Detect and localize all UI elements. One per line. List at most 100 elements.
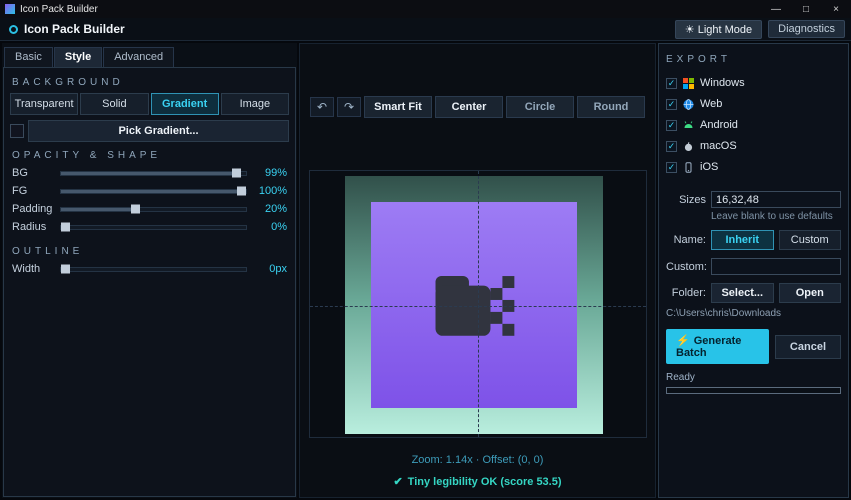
crosshair-horizontal: [310, 306, 646, 307]
icon-preview-canvas[interactable]: [309, 170, 647, 438]
app-window: Icon Pack Builder — □ × Icon Pack Builde…: [0, 0, 851, 500]
custom-name-input[interactable]: [711, 258, 841, 275]
width-slider-value: 0px: [253, 263, 287, 275]
redo-icon[interactable]: ↷: [337, 97, 361, 117]
slider-handle[interactable]: [131, 205, 140, 214]
circle-button[interactable]: Circle: [506, 96, 574, 118]
android-checkbox[interactable]: ✓: [666, 120, 677, 131]
mode-gradient-button[interactable]: Gradient: [151, 93, 219, 115]
close-button[interactable]: ×: [821, 0, 851, 18]
windows-checkbox[interactable]: ✓: [666, 78, 677, 89]
macos-checkbox[interactable]: ✓: [666, 141, 677, 152]
maximize-button[interactable]: □: [791, 0, 821, 18]
mode-image-button[interactable]: Image: [221, 93, 289, 115]
target-row-web[interactable]: ✓ Web: [666, 94, 841, 114]
round-button[interactable]: Round: [577, 96, 645, 118]
legibility-text: Tiny legibility OK (score 53.5): [408, 476, 562, 488]
light-mode-button[interactable]: ☀ Light Mode: [675, 20, 762, 39]
sun-icon: ☀: [685, 24, 695, 36]
folder-select-button[interactable]: Select...: [711, 283, 774, 303]
folder-open-button[interactable]: Open: [779, 283, 842, 303]
target-label: iOS: [700, 161, 718, 173]
export-panel: EXPORT ✓ Windows ✓ Web ✓: [658, 43, 849, 498]
fg-slider-label: FG: [12, 185, 54, 197]
target-row-macos[interactable]: ✓ macOS: [666, 136, 841, 156]
fg-slider-value: 100%: [253, 185, 287, 197]
name-label: Name:: [666, 234, 706, 246]
target-label: Web: [700, 98, 722, 110]
target-row-windows[interactable]: ✓ Windows: [666, 73, 841, 93]
ios-checkbox[interactable]: ✓: [666, 162, 677, 173]
custom-label: Custom:: [666, 261, 706, 273]
web-checkbox[interactable]: ✓: [666, 99, 677, 110]
minimize-button[interactable]: —: [761, 0, 791, 18]
target-label: Android: [700, 119, 738, 131]
center-button[interactable]: Center: [435, 96, 503, 118]
canvas-column: ↶ ↷ Smart Fit Center Circle Round: [299, 43, 656, 498]
undo-icon[interactable]: ↶: [310, 97, 334, 117]
mode-solid-button[interactable]: Solid: [80, 93, 148, 115]
ios-icon: [683, 162, 694, 173]
check-icon: ✔: [393, 476, 402, 488]
slider-fill: [61, 208, 135, 211]
gradient-swatch[interactable]: [10, 124, 24, 138]
style-panel-content: BACKGROUND Transparent Solid Gradient Im…: [3, 67, 296, 497]
batch-progress-bar: [666, 387, 841, 394]
smart-fit-button[interactable]: Smart Fit: [364, 96, 432, 118]
batch-status: Ready: [666, 372, 841, 383]
generate-batch-button[interactable]: ⚡Generate Batch: [666, 329, 769, 364]
name-inherit-button[interactable]: Inherit: [711, 230, 774, 250]
target-row-android[interactable]: ✓ Android: [666, 115, 841, 135]
width-slider-label: Width: [12, 263, 54, 275]
tab-style[interactable]: Style: [54, 47, 102, 67]
bg-opacity-slider[interactable]: [60, 171, 247, 176]
window-icon: [5, 4, 15, 14]
mode-transparent-button[interactable]: Transparent: [10, 93, 78, 115]
name-custom-button[interactable]: Custom: [779, 230, 842, 250]
background-section-title: BACKGROUND: [12, 77, 287, 88]
slider-handle[interactable]: [61, 223, 70, 232]
radius-slider-value: 0%: [253, 221, 287, 233]
light-mode-label: Light Mode: [698, 24, 752, 36]
web-icon: [683, 99, 694, 110]
app-header: Icon Pack Builder ☀ Light Mode Diagnosti…: [0, 18, 851, 41]
bg-slider-value: 99%: [253, 167, 287, 179]
pick-gradient-button[interactable]: Pick Gradient...: [28, 120, 289, 142]
canvas-toolbar: ↶ ↷ Smart Fit Center Circle Round: [300, 96, 655, 118]
fg-opacity-slider[interactable]: [60, 189, 247, 194]
diagnostics-button[interactable]: Diagnostics: [768, 20, 845, 38]
sizes-label: Sizes: [666, 194, 706, 206]
slider-fill: [61, 190, 246, 193]
target-label: macOS: [700, 140, 737, 152]
radius-slider[interactable]: [60, 225, 247, 230]
folder-path: C:\Users\chris\Downloads: [666, 308, 841, 319]
export-section-title: EXPORT: [666, 54, 841, 65]
app-title: Icon Pack Builder: [24, 22, 669, 36]
os-titlebar: Icon Pack Builder — □ ×: [0, 0, 851, 18]
android-icon: [683, 120, 694, 131]
opacity-shape-section-title: OPACITY & SHAPE: [12, 150, 287, 161]
cancel-button[interactable]: Cancel: [775, 335, 841, 359]
tab-basic[interactable]: Basic: [4, 47, 53, 67]
slider-handle[interactable]: [61, 265, 70, 274]
bg-slider-label: BG: [12, 167, 54, 179]
padding-slider-value: 20%: [253, 203, 287, 215]
folder-pixel-glyph: [414, 245, 533, 364]
target-row-ios[interactable]: ✓ iOS: [666, 157, 841, 177]
outline-width-slider[interactable]: [60, 267, 247, 272]
outline-section-title: OUTLINE: [12, 246, 287, 257]
lightning-icon: ⚡: [676, 335, 690, 347]
icon-background-gradient: [345, 176, 603, 434]
slider-handle[interactable]: [237, 187, 246, 196]
folder-label: Folder:: [666, 287, 706, 299]
icon-foreground-square: [371, 202, 577, 408]
sizes-input[interactable]: [711, 191, 841, 208]
tab-advanced[interactable]: Advanced: [103, 47, 174, 67]
macos-icon: [683, 141, 694, 152]
app-logo-icon: [9, 25, 18, 34]
crosshair-vertical: [478, 171, 479, 437]
slider-handle[interactable]: [232, 169, 241, 178]
sizes-hint: Leave blank to use defaults: [711, 211, 841, 222]
padding-slider[interactable]: [60, 207, 247, 212]
background-mode-group: Transparent Solid Gradient Image: [10, 93, 289, 115]
